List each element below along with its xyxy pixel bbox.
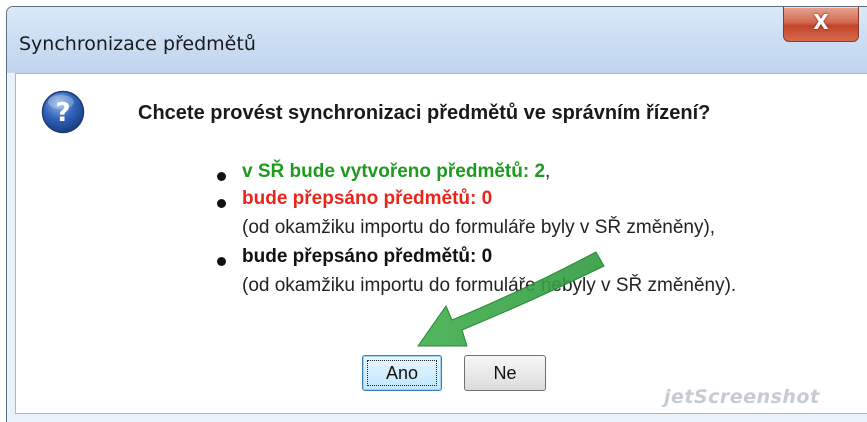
bullet-3 (217, 257, 226, 266)
question-icon: ? (41, 90, 85, 134)
item-overwritten-changed-note: (od okamžiku importu do formuláře byly v… (242, 217, 716, 238)
close-button[interactable]: X (783, 7, 859, 42)
svg-text:?: ? (55, 98, 70, 128)
dialog-content: ? Chcete provést synchronizaci předmětů … (15, 73, 867, 414)
bullet-2 (217, 199, 226, 208)
dialog-window: Synchronizace předmětů X ? Chcete provés… (6, 6, 867, 422)
window-title: Synchronizace předmětů (19, 33, 256, 55)
item-overwritten-unchanged: bude přepsáno předmětů: 0 (242, 246, 493, 267)
watermark: jetScreenshot (664, 386, 820, 408)
item-created: v SŘ bude vytvořeno předmětů: 2, (242, 161, 551, 182)
title-bar[interactable]: Synchronizace předmětů X (7, 7, 867, 73)
question-text: Chcete provést synchronizaci předmětů ve… (138, 102, 711, 124)
yes-button[interactable]: Ano (362, 355, 442, 391)
no-button-label: Ne (493, 363, 517, 383)
close-icon: X (813, 10, 829, 34)
no-button[interactable]: Ne (464, 355, 546, 391)
focus-rectangle (367, 360, 437, 386)
item-overwritten-changed: bude přepsáno předmětů: 0 (242, 188, 493, 209)
item-overwritten-unchanged-note: (od okamžiku importu do formuláře nebyly… (242, 275, 737, 296)
bullet-1 (217, 172, 226, 181)
